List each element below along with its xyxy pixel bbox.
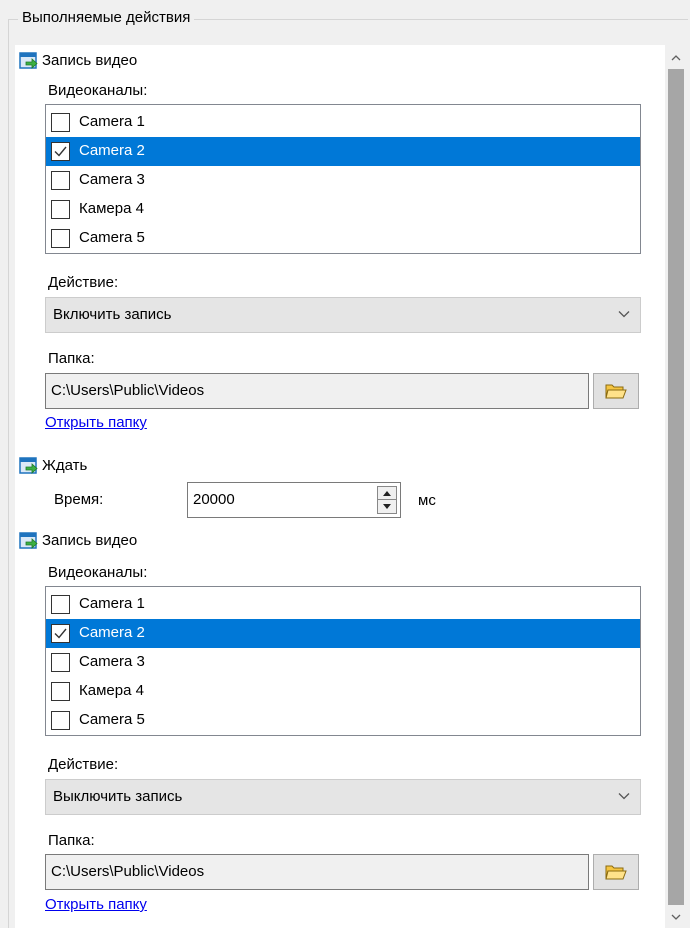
triangle-up-icon <box>383 490 391 496</box>
time-value: 20000 <box>193 491 235 508</box>
channel-item[interactable]: Camera 5 <box>46 706 640 735</box>
scroll-up-button[interactable] <box>665 47 687 69</box>
channel-item-selected[interactable]: Camera 2 <box>46 137 640 166</box>
channel-checkbox[interactable] <box>51 113 70 132</box>
channel-label: Camera 2 <box>79 142 145 159</box>
action-title: Запись видео <box>42 532 138 549</box>
channel-label: Camera 2 <box>79 624 145 641</box>
spin-buttons <box>377 486 397 514</box>
folder-label: Папка: <box>48 832 95 849</box>
channel-checkbox-checked[interactable] <box>51 624 70 643</box>
channel-checkbox[interactable] <box>51 171 70 190</box>
folder-open-icon <box>605 865 627 880</box>
folder-label: Папка: <box>48 350 95 367</box>
channel-item[interactable]: Camera 1 <box>46 590 640 619</box>
action-combobox-value: Включить запись <box>53 306 172 323</box>
channel-label: Camera 3 <box>79 171 145 188</box>
channel-item[interactable]: Камера 4 <box>46 677 640 706</box>
action-combobox[interactable]: Включить запись <box>45 297 641 333</box>
action-label: Действие: <box>48 756 119 773</box>
channels-listbox[interactable]: Camera 1 Camera 2 Camera 3 Камера 4 Came… <box>45 104 641 254</box>
action-arrow-icon <box>19 532 39 550</box>
channels-listbox[interactable]: Camera 1 Camera 2 Camera 3 Камера 4 Came… <box>45 586 641 736</box>
vertical-scrollbar[interactable] <box>665 45 687 928</box>
folder-path-value: C:\Users\Public\Videos <box>51 863 205 880</box>
triangle-down-icon <box>383 504 391 509</box>
channel-checkbox[interactable] <box>51 711 70 730</box>
chevron-down-icon <box>618 311 630 318</box>
channel-label: Камера 4 <box>79 200 144 217</box>
spin-down-button[interactable] <box>378 500 396 513</box>
actions-panel: Запись видео Видеоканалы: Camera 1 Camer… <box>15 45 665 928</box>
chevron-down-icon <box>618 793 630 800</box>
channel-checkbox[interactable] <box>51 229 70 248</box>
time-stepper[interactable]: 20000 <box>187 482 401 518</box>
scroll-down-button[interactable] <box>665 906 687 928</box>
chevron-up-icon <box>671 55 681 61</box>
channels-label: Видеоканалы: <box>48 82 148 99</box>
spin-up-button[interactable] <box>378 487 396 500</box>
open-folder-link[interactable]: Открыть папку <box>45 895 147 915</box>
group-title: Выполняемые действия <box>18 8 195 28</box>
browse-folder-button[interactable] <box>593 854 639 890</box>
channel-item[interactable]: Camera 3 <box>46 166 640 195</box>
channel-item-selected[interactable]: Camera 2 <box>46 619 640 648</box>
channel-checkbox[interactable] <box>51 653 70 672</box>
channel-label: Camera 5 <box>79 711 145 728</box>
action-title: Ждать <box>42 457 88 474</box>
channel-checkbox[interactable] <box>51 200 70 219</box>
channel-item[interactable]: Camera 5 <box>46 224 640 253</box>
channel-checkbox[interactable] <box>51 682 70 701</box>
folder-path-value: C:\Users\Public\Videos <box>51 382 205 399</box>
action-label: Действие: <box>48 274 119 291</box>
channel-item[interactable]: Камера 4 <box>46 195 640 224</box>
action-title: Запись видео <box>42 52 138 69</box>
time-label: Время: <box>54 491 104 508</box>
chevron-down-icon <box>671 914 681 920</box>
channel-item[interactable]: Camera 3 <box>46 648 640 677</box>
action-arrow-icon <box>19 457 39 475</box>
open-folder-link[interactable]: Открыть папку <box>45 413 147 433</box>
channels-label: Видеоканалы: <box>48 564 148 581</box>
channel-checkbox-checked[interactable] <box>51 142 70 161</box>
browse-folder-button[interactable] <box>593 373 639 409</box>
action-combobox-value: Выключить запись <box>53 788 183 805</box>
channel-label: Camera 1 <box>79 595 145 612</box>
scroll-thumb[interactable] <box>668 69 684 905</box>
channel-label: Камера 4 <box>79 682 144 699</box>
channel-label: Camera 5 <box>79 229 145 246</box>
checkmark-icon <box>54 146 67 157</box>
channel-checkbox[interactable] <box>51 595 70 614</box>
channel-label: Camera 3 <box>79 653 145 670</box>
checkmark-icon <box>54 628 67 639</box>
folder-path-field[interactable]: C:\Users\Public\Videos <box>45 854 589 890</box>
time-unit: мс <box>418 492 436 509</box>
folder-path-field[interactable]: C:\Users\Public\Videos <box>45 373 589 409</box>
channel-label: Camera 1 <box>79 113 145 130</box>
channel-item[interactable]: Camera 1 <box>46 108 640 137</box>
action-arrow-icon <box>19 52 39 70</box>
folder-open-icon <box>605 384 627 399</box>
action-combobox[interactable]: Выключить запись <box>45 779 641 815</box>
